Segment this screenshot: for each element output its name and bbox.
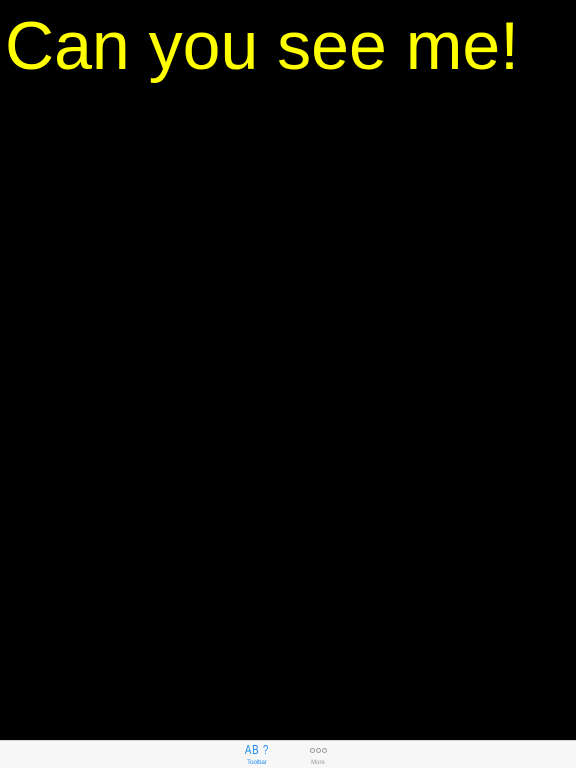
tab-toolbar-label: Toolbar bbox=[247, 760, 267, 766]
tab-more[interactable]: More bbox=[298, 741, 338, 768]
app-screen: Can you see me! AB ? Toolbar More bbox=[0, 0, 576, 768]
tab-toolbar[interactable]: AB ? Toolbar bbox=[237, 741, 277, 768]
tab-more-label: More bbox=[311, 760, 325, 766]
more-dots-icon bbox=[298, 741, 338, 758]
abc-text-icon: AB ? bbox=[244, 742, 270, 757]
tab-bar: AB ? Toolbar More bbox=[0, 740, 576, 768]
display-message: Can you see me! bbox=[5, 8, 520, 84]
